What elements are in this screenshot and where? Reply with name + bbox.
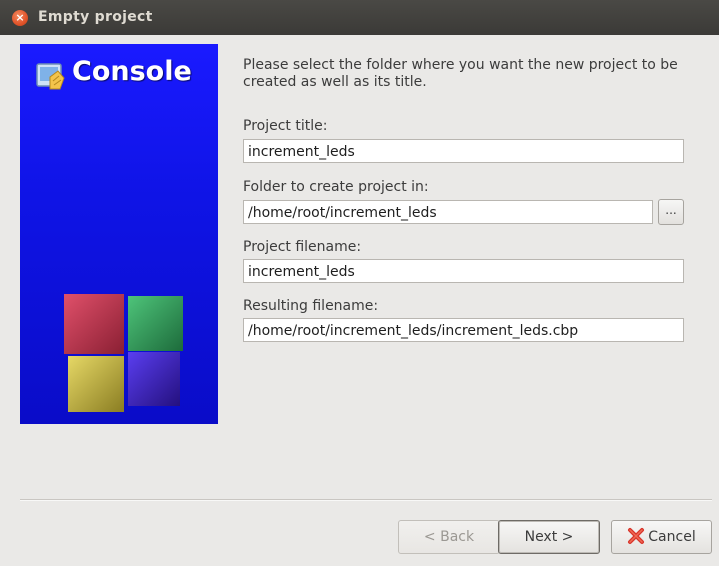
- cancel-button-label: Cancel: [648, 529, 696, 545]
- title-bar: × Empty project: [0, 0, 719, 35]
- resulting-filename-field: [243, 318, 684, 342]
- resulting-filename-label: Resulting filename:: [243, 298, 379, 314]
- intro-text: Please select the folder where you want …: [243, 57, 678, 90]
- cancel-button[interactable]: Cancel: [611, 520, 712, 554]
- project-title-input[interactable]: [243, 139, 684, 163]
- close-icon[interactable]: ×: [12, 10, 28, 26]
- project-filename-input[interactable]: [243, 259, 684, 283]
- back-button[interactable]: < Back: [398, 520, 500, 554]
- window-title: Empty project: [38, 9, 153, 25]
- codeblocks-logo-icon: [36, 63, 65, 90]
- separator: [20, 499, 712, 501]
- project-filename-label: Project filename:: [243, 239, 362, 255]
- browse-folder-button[interactable]: ...: [658, 199, 684, 225]
- cancel-x-icon: [628, 527, 645, 544]
- next-button[interactable]: Next >: [498, 520, 600, 554]
- banner-title: Console: [72, 56, 192, 87]
- cubes-logo-icon: [64, 294, 183, 412]
- project-title-label: Project title:: [243, 118, 328, 134]
- wizard-banner: Console: [20, 44, 218, 424]
- folder-input[interactable]: [243, 200, 653, 224]
- folder-label: Folder to create project in:: [243, 179, 429, 195]
